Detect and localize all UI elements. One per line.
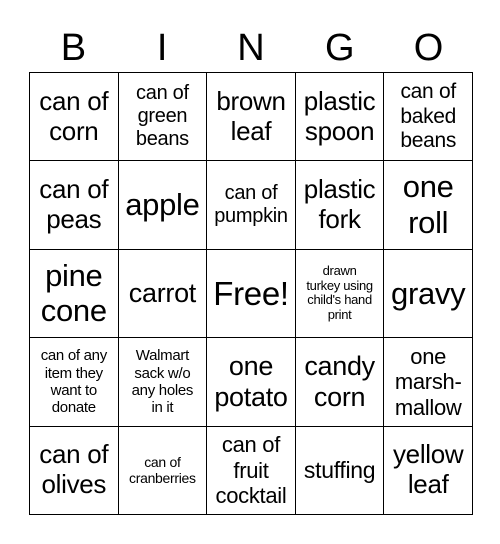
header-letter: N xyxy=(237,27,265,69)
bingo-cell[interactable]: can of peas xyxy=(30,161,119,250)
bingo-header: B I N G O xyxy=(29,24,473,72)
bingo-cell[interactable]: plastic spoon xyxy=(295,73,385,162)
bingo-cell[interactable]: can of fruit cocktail xyxy=(207,426,296,515)
bingo-cell[interactable]: Walmart sack w/o any holes in it xyxy=(118,338,208,427)
bingo-cell[interactable]: stuffing xyxy=(295,426,385,515)
bingo-cell[interactable]: one marsh- mallow xyxy=(384,338,473,427)
header-letter: I xyxy=(156,27,168,69)
bingo-cell[interactable]: one roll xyxy=(384,161,473,250)
bingo-cell[interactable]: brown leaf xyxy=(207,73,296,162)
header-letter: B xyxy=(60,27,87,69)
bingo-cell[interactable]: can of green beans xyxy=(118,73,208,162)
bingo-cell[interactable]: can of pumpkin xyxy=(207,161,296,250)
header-letter: O xyxy=(413,27,444,69)
bingo-cell[interactable]: yellow leaf xyxy=(384,426,473,515)
bingo-cell[interactable]: can of olives xyxy=(30,426,119,515)
bingo-cell[interactable]: can of cranberries xyxy=(118,426,208,515)
bingo-cell[interactable]: candy corn xyxy=(295,338,385,427)
bingo-cell[interactable]: pine cone xyxy=(30,249,119,339)
bingo-cell[interactable]: apple xyxy=(118,161,208,250)
bingo-cell[interactable]: gravy xyxy=(384,249,473,339)
header-letter: G xyxy=(325,27,355,69)
bingo-cell[interactable]: can of any item they want to donate xyxy=(30,338,119,427)
bingo-cell[interactable]: Free! xyxy=(207,249,296,339)
bingo-grid: can of corn can of green beans brown leaf p… xyxy=(29,72,473,515)
bingo-cell[interactable]: plastic fork xyxy=(295,161,385,250)
bingo-cell[interactable]: one potato xyxy=(207,338,296,427)
bingo-cell[interactable]: drawn turkey using child's hand print xyxy=(295,249,385,339)
bingo-cell[interactable]: can of corn xyxy=(30,73,119,162)
bingo-cell[interactable]: can of baked beans xyxy=(384,73,473,162)
bingo-cell[interactable]: carrot xyxy=(118,249,208,339)
